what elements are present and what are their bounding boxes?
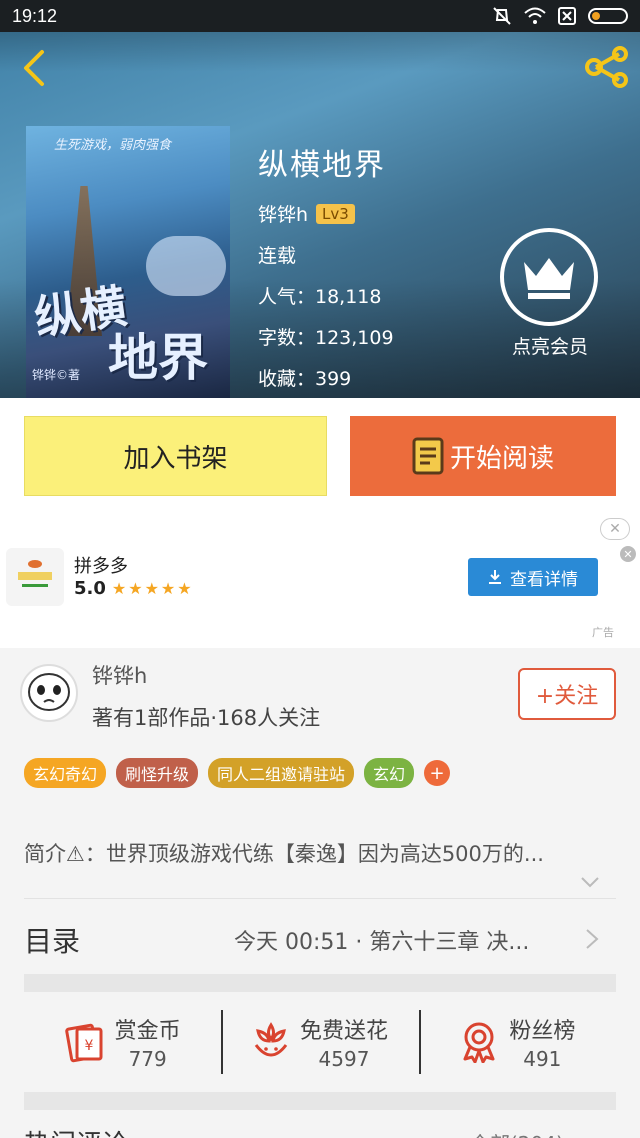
author-avatar[interactable] bbox=[20, 664, 78, 722]
ribbon-badge-icon bbox=[463, 1022, 495, 1063]
ad-app-name: 拼多多 bbox=[74, 556, 128, 577]
stat-value: 4597 bbox=[318, 1047, 370, 1071]
mute-icon bbox=[493, 7, 511, 25]
stat-label: 赏金币 bbox=[114, 1019, 181, 1044]
add-tag-icon[interactable]: + bbox=[424, 760, 451, 786]
start-reading-label: 开始阅读 bbox=[449, 443, 554, 474]
ad-rating-stars: ★★★★★ bbox=[111, 579, 194, 598]
table-of-contents-row[interactable]: 目录 今天 00:51 · 第六十三章 决... bbox=[0, 900, 640, 974]
tag-item[interactable]: 玄幻奇幻 bbox=[24, 758, 107, 788]
tag-item[interactable]: 刷怪升级 bbox=[116, 758, 199, 788]
stat-label: 免费送花 bbox=[299, 1019, 388, 1044]
ad-close-icon[interactable]: ✕ bbox=[600, 518, 630, 540]
toc-latest-chapter: 今天 00:51 · 第六十三章 决... bbox=[234, 930, 530, 955]
ad-banner[interactable]: 拼多多 5.0 ★★★★★ 查看详情 ✕ ✕ 广告 bbox=[0, 512, 640, 648]
cover-title-line2: 地界 bbox=[108, 328, 208, 387]
back-icon[interactable] bbox=[14, 48, 54, 88]
tag-item[interactable]: 玄幻 bbox=[364, 758, 415, 788]
fan-ranking-button[interactable]: 粉丝榜 491 bbox=[418, 992, 616, 1092]
share-icon[interactable] bbox=[584, 46, 630, 88]
sim-off-icon bbox=[558, 7, 576, 25]
author-section: 铧铧h 著有1部作品·168人关注 +关注 玄幻奇幻 刷怪升级 同人二组邀请驻站… bbox=[0, 648, 640, 818]
hot-comments-title: 热门评论 bbox=[24, 1124, 128, 1138]
status-time: 19:12 bbox=[12, 5, 58, 26]
cover-cloud-art bbox=[146, 236, 226, 296]
ad-details-label: 查看详情 bbox=[510, 569, 578, 590]
wifi-icon bbox=[524, 7, 546, 24]
start-reading-button[interactable]: 开始阅读 bbox=[350, 416, 616, 496]
ad-rating: 5.0 ★★★★★ bbox=[74, 578, 194, 599]
book-status: 连载 bbox=[258, 245, 297, 267]
all-comments-link[interactable]: 全部(204) bbox=[470, 1128, 564, 1138]
battery-icon bbox=[588, 8, 628, 24]
reward-coins-button[interactable]: ¥ 赏金币 779 bbox=[24, 992, 221, 1092]
stats-bar: ¥ 赏金币 779 免费送花 4597 粉丝榜 491 bbox=[24, 992, 616, 1092]
ad-tag: 广告 bbox=[592, 626, 614, 639]
book-title: 纵横地界 bbox=[258, 148, 386, 183]
follow-button[interactable]: +关注 bbox=[518, 668, 616, 720]
book-info: 纵横地界 铧铧h Lv3 连载 人气：18,118 字数：123,109 收藏：… bbox=[258, 140, 394, 391]
divider bbox=[24, 898, 616, 899]
book-cover[interactable]: 生死游戏，弱肉强食 纵横 地界 铧铧©著 bbox=[26, 126, 230, 398]
svg-text:¥: ¥ bbox=[84, 1038, 93, 1054]
book-favorites: 收藏：399 bbox=[258, 368, 352, 390]
level-badge: Lv3 bbox=[316, 203, 355, 224]
author-name[interactable]: 铧铧h bbox=[92, 660, 147, 690]
cover-tagline: 生死游戏，弱肉强食 bbox=[54, 138, 172, 153]
flower-icon bbox=[254, 1022, 288, 1057]
toc-label: 目录 bbox=[24, 925, 81, 958]
book-icon bbox=[412, 437, 444, 475]
ad-rating-value: 5.0 bbox=[74, 578, 106, 599]
tag-list: 玄幻奇幻 刷怪升级 同人二组邀请驻站 玄幻 + bbox=[24, 758, 451, 788]
ad-app-logo bbox=[6, 548, 64, 606]
book-popularity: 人气：18,118 bbox=[258, 286, 382, 308]
book-word-count: 字数：123,109 bbox=[258, 327, 394, 349]
vip-circle bbox=[500, 228, 598, 326]
stat-label: 粉丝榜 bbox=[509, 1019, 576, 1044]
ad-details-button[interactable]: 查看详情 bbox=[468, 558, 598, 596]
tag-item[interactable]: 同人二组邀请驻站 bbox=[208, 758, 355, 788]
vip-button[interactable]: 点亮会员 bbox=[500, 228, 600, 359]
download-icon bbox=[489, 570, 501, 584]
section-gap bbox=[24, 974, 616, 992]
crown-icon bbox=[524, 258, 574, 299]
app-logo-icon bbox=[18, 560, 52, 587]
book-author[interactable]: 铧铧h bbox=[258, 200, 308, 227]
book-intro[interactable]: 简介⚠：世界顶级游戏代练【秦逸】因为高达500万的... bbox=[24, 838, 604, 868]
cover-author-mark: 铧铧©著 bbox=[32, 368, 81, 382]
free-flower-button[interactable]: 免费送花 4597 bbox=[221, 992, 418, 1092]
section-gap bbox=[24, 1092, 616, 1110]
chevron-down-icon[interactable] bbox=[580, 874, 600, 890]
status-bar: 19:12 bbox=[0, 0, 640, 32]
author-stats: 著有1部作品·168人关注 bbox=[92, 706, 321, 730]
stat-value: 779 bbox=[128, 1047, 167, 1071]
action-bar: 加入书架 开始阅读 bbox=[0, 398, 640, 512]
avatar-face-icon bbox=[28, 673, 70, 711]
add-to-shelf-button[interactable]: 加入书架 bbox=[24, 416, 327, 496]
ad-dismiss-icon[interactable]: ✕ bbox=[620, 546, 636, 562]
chevron-right-icon bbox=[586, 929, 599, 949]
stat-value: 491 bbox=[523, 1047, 562, 1071]
vip-label: 点亮会员 bbox=[511, 336, 588, 358]
author-row[interactable]: 铧铧h Lv3 bbox=[258, 200, 394, 227]
red-envelope-icon: ¥ bbox=[64, 1023, 103, 1063]
